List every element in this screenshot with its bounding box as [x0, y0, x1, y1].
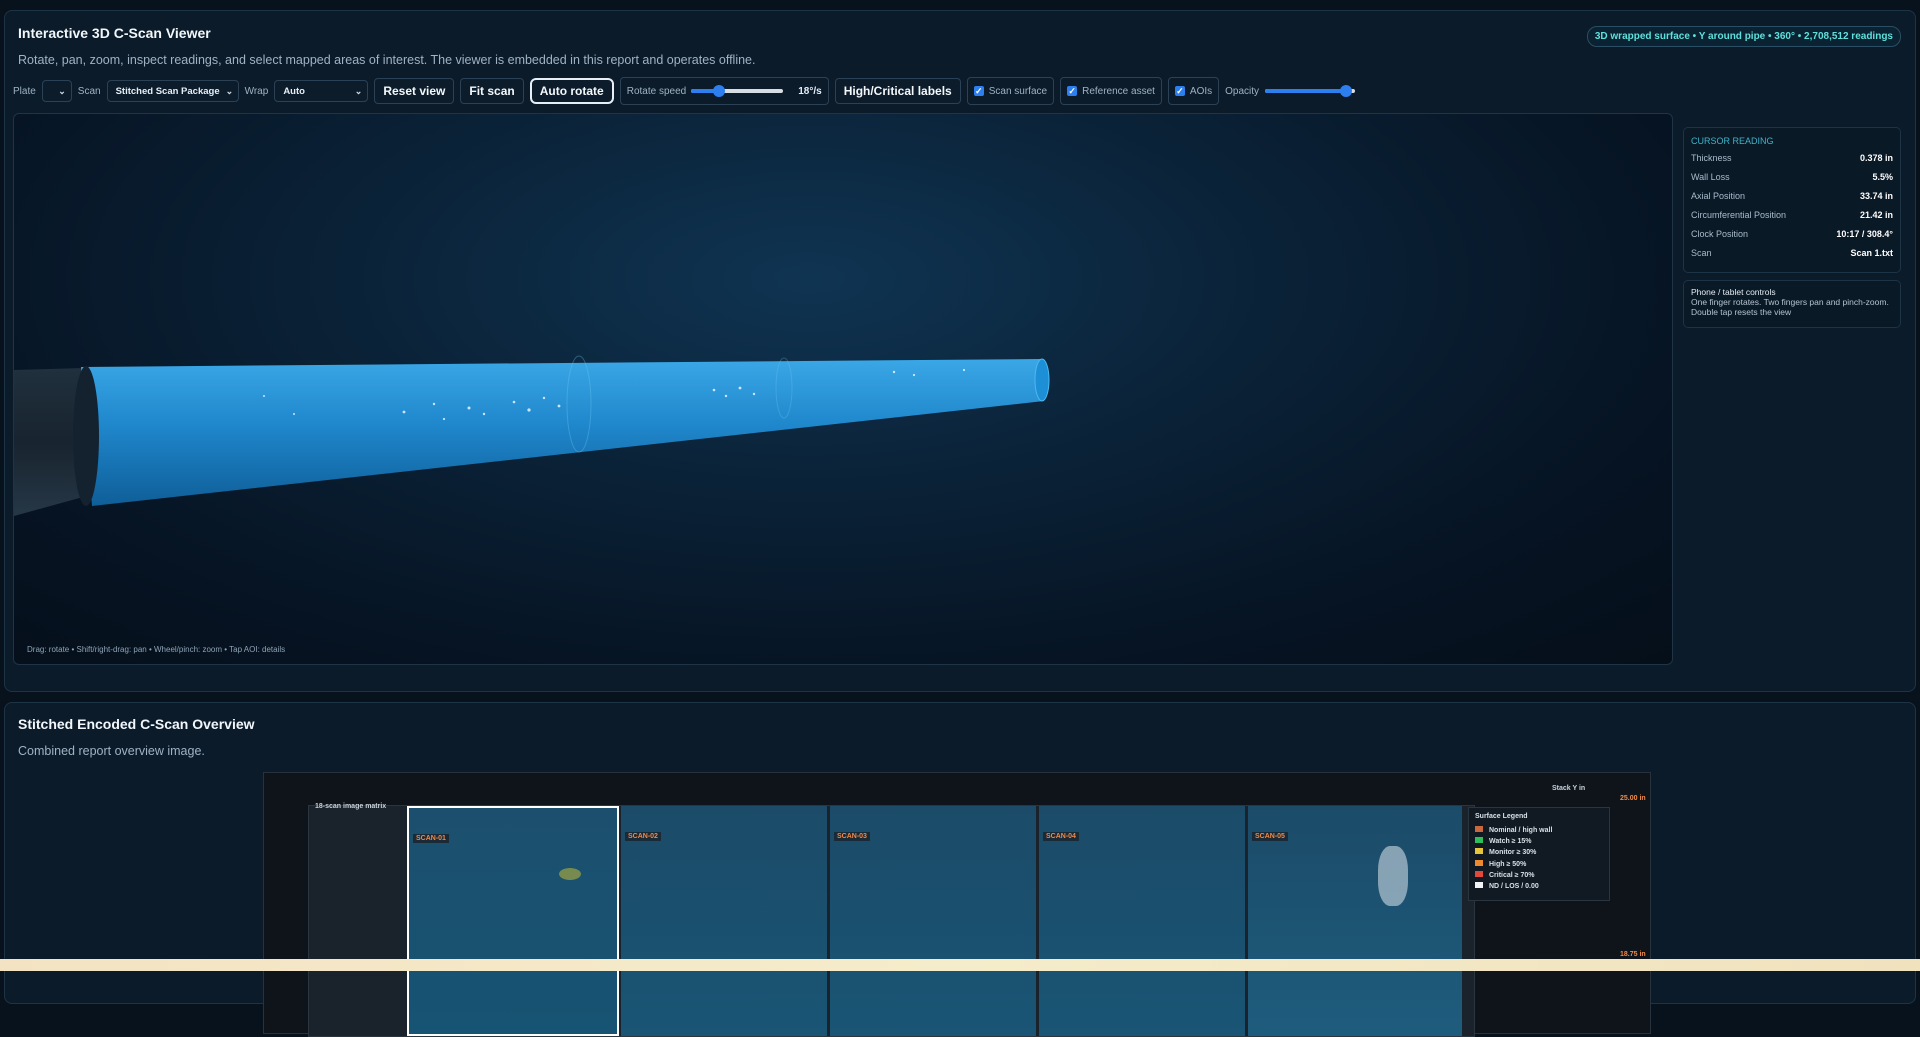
legend-item: Watch ≥ 15% — [1475, 836, 1552, 847]
overview-image[interactable]: Stack Y in 25.00 in 18.75 in 18-scan ima… — [263, 772, 1651, 1037]
auto-rotate-button[interactable]: Auto rotate — [529, 78, 614, 104]
reference-asset-toggle[interactable]: ✓ Reference asset — [1060, 77, 1162, 105]
legend-item: Nominal / high wall — [1475, 825, 1552, 836]
scene-hint: Drag: rotate • Shift/right-drag: pan • W… — [27, 645, 286, 654]
bottom-strip — [0, 959, 1920, 971]
reading-row: Clock Position 10:17 / 308.4° — [1691, 228, 1893, 239]
controls-note-panel: Phone / tablet controls One finger rotat… — [1683, 280, 1901, 328]
checkbox-checked-icon: ✓ — [973, 86, 984, 96]
rotate-speed-group: Rotate speed 18°/s — [619, 77, 829, 105]
scan-tile-label: SCAN-04 — [1043, 832, 1079, 841]
scan-tile[interactable]: SCAN-02 — [621, 806, 827, 1036]
stack-label: Stack Y in — [1552, 785, 1586, 792]
scan-tile[interactable]: SCAN-04 — [1039, 806, 1245, 1036]
cursor-reading-heading: CURSOR READING — [1691, 136, 1774, 146]
scan-tile-label: SCAN-05 — [1252, 832, 1288, 841]
reading-row: Axial Position 33.74 in — [1691, 190, 1893, 201]
viewer-subtitle: Rotate, pan, zoom, inspect readings, and… — [18, 53, 756, 67]
rotate-speed-label: Rotate speed — [626, 85, 687, 97]
checkbox-checked-icon: ✓ — [1174, 86, 1185, 96]
chevron-down-icon: ⌄ — [58, 85, 66, 96]
scan-tile[interactable]: SCAN-01 — [407, 806, 619, 1036]
surface-legend: Surface Legend Nominal / high wall Watch… — [1468, 807, 1610, 901]
legend-item: High ≥ 50% — [1475, 859, 1552, 870]
3d-viewport[interactable]: Drag: rotate • Shift/right-drag: pan • W… — [13, 113, 1673, 665]
legend-item: Critical ≥ 70% — [1475, 870, 1552, 881]
rotate-speed-slider[interactable] — [691, 84, 784, 98]
opacity-slider[interactable] — [1265, 84, 1356, 98]
viewer-title: Interactive 3D C-Scan Viewer — [18, 25, 211, 41]
scan-surface-toggle[interactable]: ✓ Scan surface — [966, 77, 1055, 105]
controls-note-text: One finger rotates. Two fingers pan and … — [1691, 297, 1889, 317]
legend-item: ND / LOS / 0.00 — [1475, 881, 1552, 892]
overview-title: Stitched Encoded C-Scan Overview — [18, 716, 255, 732]
reading-row: Thickness 0.378 in — [1691, 152, 1893, 163]
scanned-pipe-surface — [81, 359, 1044, 506]
cursor-reading-panel: CURSOR READING Thickness 0.378 in Wall Lo… — [1683, 127, 1901, 273]
wrap-select[interactable]: Auto ⌄ — [274, 80, 369, 102]
scan-tile-label: SCAN-02 — [625, 832, 661, 841]
wrap-value: Auto — [283, 85, 305, 97]
checkbox-checked-icon: ✓ — [1067, 86, 1078, 96]
rotate-speed-value: 18°/s — [798, 85, 822, 97]
legend-item: Monitor ≥ 30% — [1475, 847, 1552, 858]
viewer-toolbar: Plate ⌄ Scan Stitched Scan Package ⌄ Wra… — [13, 77, 1356, 105]
axis-top-label: 25.00 in — [1620, 795, 1646, 802]
scan-label: Scan — [77, 85, 101, 97]
scan-surface-label: Scan surface — [988, 85, 1048, 97]
reference-asset-label: Reference asset — [1082, 85, 1155, 97]
overview-subtitle: Combined report overview image. — [18, 744, 205, 758]
pipe-render — [14, 355, 1050, 516]
controls-note-title: Phone / tablet controls — [1691, 287, 1776, 297]
fit-scan-button[interactable]: Fit scan — [460, 78, 524, 104]
chevron-down-icon: ⌄ — [225, 85, 234, 96]
plate-label: Plate — [13, 85, 36, 97]
wrap-label: Wrap — [244, 85, 269, 97]
scan-select[interactable]: Stitched Scan Package ⌄ — [106, 80, 239, 102]
reading-row: Circumferential Position 21.42 in — [1691, 209, 1893, 220]
axis-bottom-label: 18.75 in — [1620, 951, 1646, 958]
scan-value: Stitched Scan Package — [115, 85, 220, 97]
reading-row: Wall Loss 5.5% — [1691, 171, 1893, 182]
matrix-label: 18-scan image matrix — [315, 803, 387, 810]
aois-label: AOIs — [1189, 85, 1213, 97]
scan-tile-label: SCAN-03 — [834, 832, 870, 841]
reading-row: Scan Scan 1.txt — [1691, 247, 1893, 258]
scan-tile[interactable]: SCAN-03 — [830, 806, 1036, 1036]
chevron-down-icon: ⌄ — [354, 85, 363, 96]
reset-view-button[interactable]: Reset view — [374, 78, 455, 104]
summary-chip: 3D wrapped surface • Y around pipe • 360… — [1586, 26, 1901, 47]
high-critical-labels-button[interactable]: High/Critical labels — [834, 78, 961, 104]
opacity-label: Opacity — [1225, 85, 1260, 97]
legend-title: Surface Legend — [1475, 813, 1528, 820]
plate-select[interactable]: ⌄ — [41, 80, 72, 102]
aois-toggle[interactable]: ✓ AOIs — [1167, 77, 1220, 105]
scan-matrix: 18-scan image matrix SCAN-01 SCAN-02 SCA… — [308, 803, 1475, 1037]
scan-tile-label: SCAN-01 — [413, 834, 449, 843]
scan-tile[interactable]: SCAN-05 — [1248, 806, 1462, 1036]
